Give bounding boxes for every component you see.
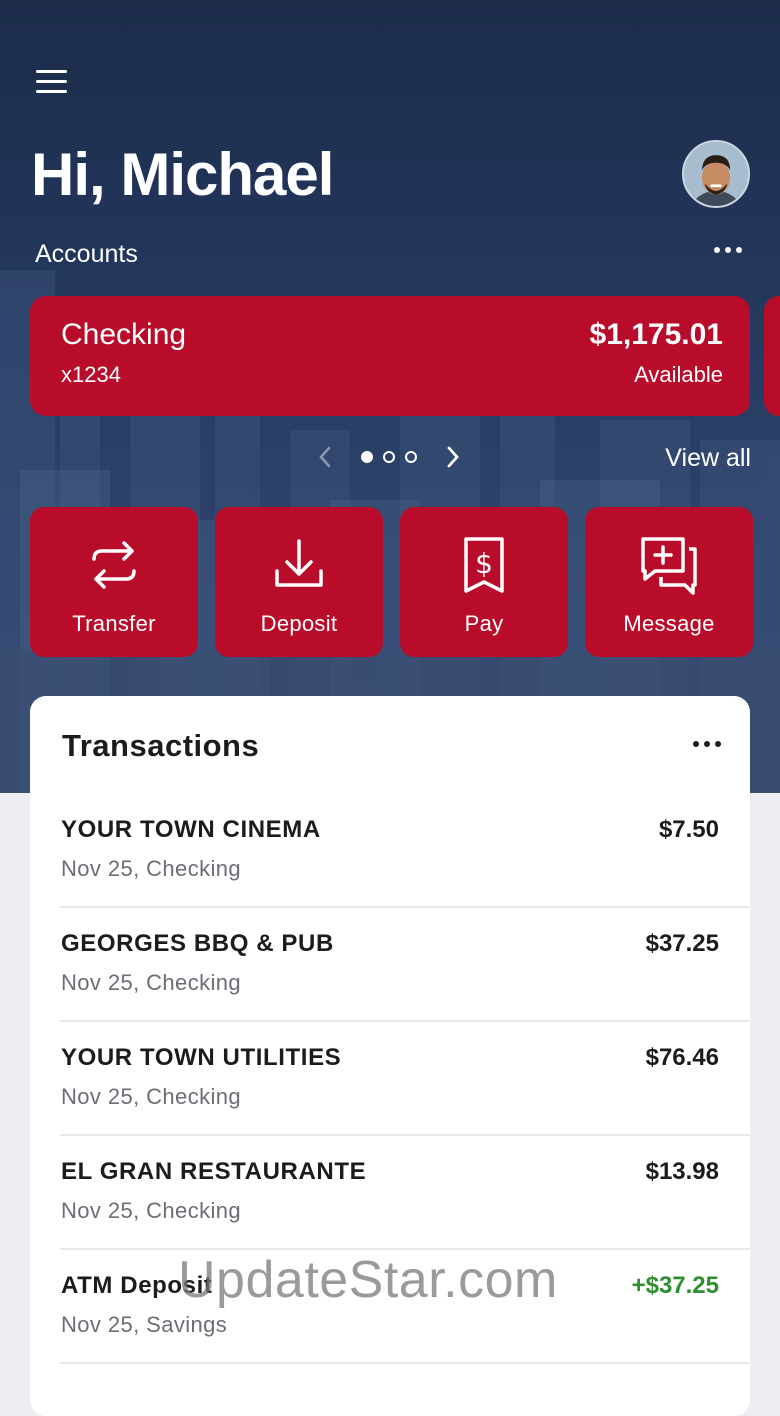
hamburger-icon-line	[36, 70, 67, 73]
transaction-row[interactable]: EL GRAN RESTAURANTE Nov 25, Checking $13…	[60, 1136, 750, 1250]
transaction-name: YOUR TOWN UTILITIES	[61, 1044, 342, 1071]
transaction-detail: Nov 25, Savings	[61, 1312, 228, 1337]
transactions-title: Transactions	[62, 728, 260, 763]
transaction-name: ATM Deposit	[61, 1272, 213, 1299]
pager-dot[interactable]	[361, 451, 373, 463]
account-balance-label: Available	[634, 362, 723, 387]
menu-button[interactable]	[36, 70, 70, 98]
transaction-detail: Nov 25, Checking	[61, 970, 242, 995]
pager-dot[interactable]	[383, 451, 395, 463]
chevron-left-icon[interactable]	[312, 444, 338, 470]
account-name: Checking	[61, 318, 187, 351]
transfer-arrows-icon	[92, 541, 136, 589]
hero-background: Hi, Michael Accounts Checking x1234 $1,1…	[0, 0, 780, 793]
avatar[interactable]	[682, 140, 750, 208]
transaction-detail: Nov 25, Checking	[61, 1084, 242, 1109]
pay-button[interactable]: $ Pay	[400, 507, 568, 657]
user-avatar-image	[684, 142, 748, 206]
hamburger-icon-line	[36, 80, 67, 83]
transaction-amount: $37.25	[645, 930, 719, 957]
transactions-card: Transactions YOUR TOWN CINEMA Nov 25, Ch…	[30, 696, 750, 1416]
message-button[interactable]: Message	[585, 507, 753, 657]
transaction-row[interactable]: ATM Deposit Nov 25, Savings +$37.25	[60, 1250, 750, 1364]
transactions-list: YOUR TOWN CINEMA Nov 25, Checking $7.50 …	[30, 794, 750, 1364]
transaction-name: EL GRAN RESTAURANTE	[61, 1158, 367, 1185]
transaction-name: YOUR TOWN CINEMA	[61, 816, 321, 843]
deposit-label: Deposit	[260, 611, 338, 636]
quick-actions: Transfer Deposit $ Pay Message	[30, 507, 753, 657]
transaction-row[interactable]: YOUR TOWN UTILITIES Nov 25, Checking $76…	[60, 1022, 750, 1136]
pager-dot[interactable]	[405, 451, 417, 463]
next-account-card[interactable]	[764, 296, 780, 416]
account-pager	[312, 444, 466, 470]
transaction-row[interactable]: GEORGES BBQ & PUB Nov 25, Checking $37.2…	[60, 908, 750, 1022]
transaction-amount: $7.50	[658, 816, 719, 843]
account-balance: $1,175.01	[589, 318, 723, 351]
message-plus-icon	[641, 537, 697, 595]
deposit-button[interactable]: Deposit	[215, 507, 383, 657]
pay-label: Pay	[464, 611, 504, 636]
transfer-label: Transfer	[72, 611, 156, 636]
transaction-detail: Nov 25, Checking	[61, 856, 242, 881]
accounts-more-icon[interactable]	[714, 247, 742, 253]
accounts-label: Accounts	[35, 240, 138, 268]
greeting-title: Hi, Michael	[31, 141, 334, 208]
transaction-amount: $13.98	[645, 1158, 719, 1185]
transaction-row[interactable]: YOUR TOWN CINEMA Nov 25, Checking $7.50	[60, 794, 750, 908]
view-all-link[interactable]: View all	[665, 444, 751, 473]
transactions-more-icon[interactable]	[693, 741, 721, 747]
transfer-button[interactable]: Transfer	[30, 507, 198, 657]
transaction-name: GEORGES BBQ & PUB	[61, 930, 334, 957]
transaction-amount: +$37.25	[631, 1272, 719, 1299]
account-card-checking[interactable]: Checking x1234 $1,175.01 Available	[30, 296, 750, 416]
hamburger-icon-line	[36, 90, 67, 93]
receipt-dollar-icon: $	[464, 537, 504, 593]
svg-text:$: $	[475, 547, 493, 580]
message-label: Message	[623, 611, 715, 636]
deposit-download-icon	[275, 539, 323, 587]
account-number: x1234	[61, 362, 121, 387]
chevron-right-icon[interactable]	[440, 444, 466, 470]
transaction-amount: $76.46	[645, 1044, 719, 1071]
transaction-detail: Nov 25, Checking	[61, 1198, 242, 1223]
